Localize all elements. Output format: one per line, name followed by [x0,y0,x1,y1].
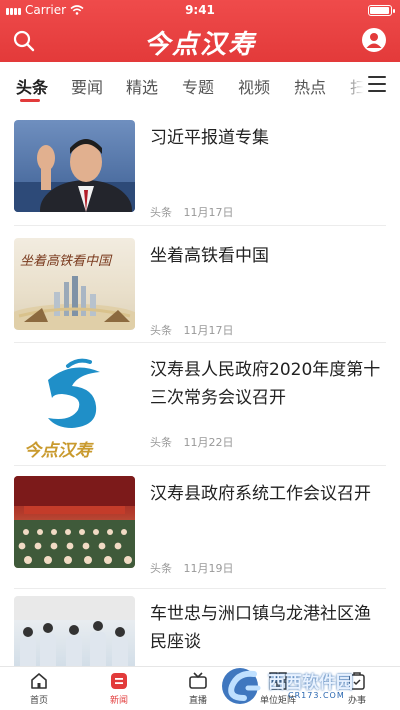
app-logo: 今点汉寿 [143,30,256,60]
news-source: 头条 [150,324,172,337]
user-icon[interactable] [362,28,386,52]
divider [14,342,386,343]
home-icon [31,673,47,689]
divider [14,465,386,466]
nav-news-label: 新闻 [109,696,128,706]
divider [14,588,386,589]
app-header: Carrier 9:41 今点汉寿 [0,0,400,62]
thumbnail-logo-text: 今点汉寿 [24,441,92,461]
news-date: 11月17日 [183,324,234,337]
watermark-subtext: CR173.COM [288,691,345,700]
tab-important-news[interactable]: 要闻 [71,74,103,98]
news-source: 头条 [150,436,172,449]
news-meta: 头条 11月17日 [150,204,234,220]
divider [14,225,386,226]
news-date: 11月17日 [183,206,234,219]
news-title[interactable]: 汉寿县人民政府2020年度第十三次常务会议召开 [150,356,382,412]
tab-hot[interactable]: 热点 [294,74,326,98]
status-bar: Carrier 9:41 [0,0,400,20]
news-date: 11月22日 [183,436,234,449]
watermark-logo-icon [222,668,261,704]
news-date: 11月19日 [183,562,234,575]
news-thumbnail [14,476,135,568]
news-icon [111,673,127,689]
news-meta: 头条 11月19日 [150,560,234,576]
news-item[interactable]: 今点汉寿 汉寿县人民政府2020年度第十三次常务会议召开 头条 11月22日 [0,352,400,472]
news-feed[interactable]: 习近平报道专集 头条 11月17日 坐着高铁看中国 坐着高铁看中国 头条 11月… [0,108,400,666]
news-item[interactable]: 汉寿县政府系统工作会议召开 头条 11月19日 [0,476,400,586]
active-tab-indicator [20,99,40,102]
status-time: 9:41 [185,3,215,17]
news-source: 头条 [150,206,172,219]
watermark: 西西软件园 CR173.COM [214,664,392,708]
news-thumbnail: 坐着高铁看中国 [14,238,135,330]
news-title[interactable]: 汉寿县政府系统工作会议召开 [150,480,382,508]
news-title[interactable]: 坐着高铁看中国 [150,242,382,270]
news-meta: 头条 11月17日 [150,322,234,338]
channel-tabs: 头条 要闻 精选 专题 视频 热点 扫 [0,62,400,108]
news-title[interactable]: 车世忠与洲口镇乌龙港社区渔民座谈 [150,600,382,656]
news-item[interactable]: 车世忠与洲口镇乌龙港社区渔民座谈 [0,596,400,666]
news-thumbnail [14,596,135,666]
news-source: 头条 [150,562,172,575]
watermark-text: 西西软件园 [268,673,353,693]
news-item[interactable]: 习近平报道专集 头条 11月17日 [0,120,400,230]
live-icon [189,672,207,689]
news-meta: 头条 11月22日 [150,434,234,450]
tab-topics[interactable]: 专题 [182,74,214,98]
menu-icon[interactable] [368,76,386,92]
battery-icon [368,5,395,16]
tab-headline[interactable]: 头条 [16,74,48,98]
news-thumbnail [14,120,135,212]
tab-selected[interactable]: 精选 [126,74,158,98]
news-item[interactable]: 坐着高铁看中国 坐着高铁看中国 头条 11月17日 [0,238,400,348]
nav-news[interactable]: 新闻 [89,671,149,706]
tab-video[interactable]: 视频 [238,74,270,98]
nav-home-label: 首页 [29,696,48,706]
thumbnail-caption: 坐着高铁看中国 [20,254,112,269]
nav-home[interactable]: 首页 [9,671,69,706]
news-thumbnail: 今点汉寿 [14,352,135,462]
news-title[interactable]: 习近平报道专集 [150,124,382,152]
